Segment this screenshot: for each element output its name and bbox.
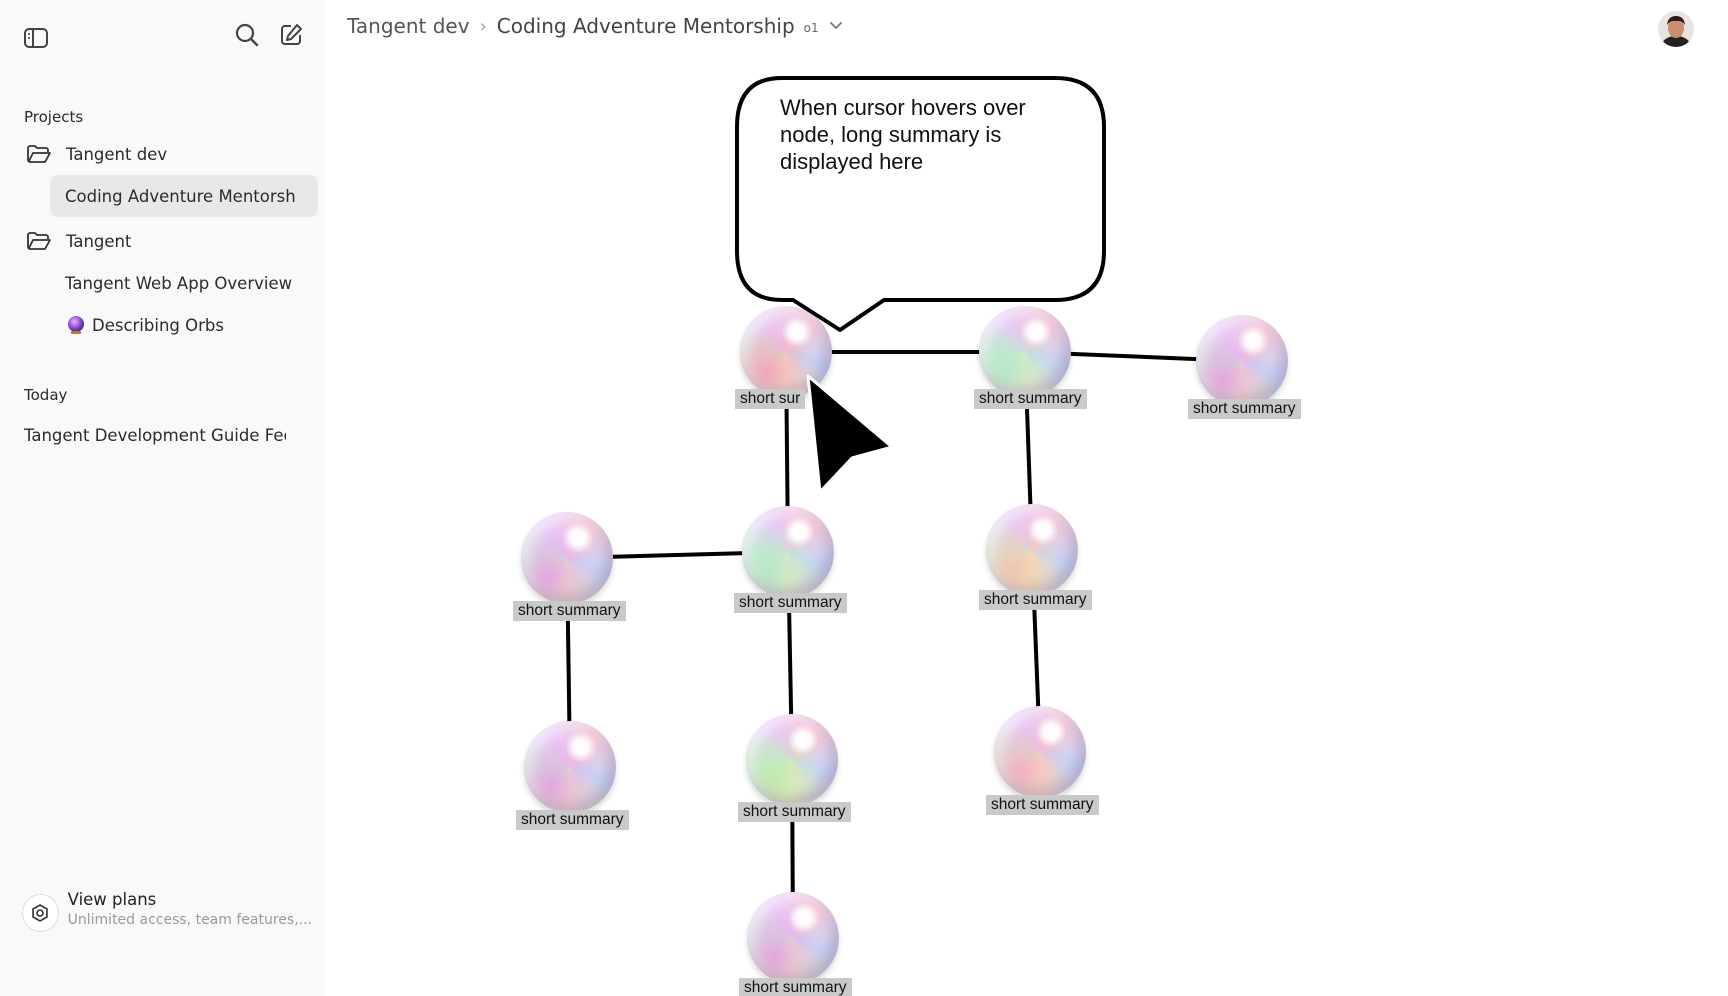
orb-node-label[interactable]: short summary: [734, 593, 847, 613]
chevron-right-icon: ›: [479, 15, 487, 37]
today-heading: Today: [24, 386, 68, 404]
breadcrumb: Tangent dev › Coding Adventure Mentorshi…: [347, 14, 843, 38]
orb-node[interactable]: [1196, 315, 1288, 407]
orb-node-label[interactable]: short summary: [974, 389, 1087, 409]
orb-node-label[interactable]: short summary: [513, 601, 626, 621]
breadcrumb-chat-title[interactable]: Coding Adventure Mentorship: [497, 14, 795, 38]
project-label: Tangent dev: [66, 144, 168, 164]
avatar[interactable]: [1658, 11, 1694, 47]
orb-icon: [66, 315, 86, 335]
compose-icon[interactable]: [275, 19, 307, 51]
orb-node-label[interactable]: short summary: [516, 810, 629, 830]
orb-node[interactable]: [742, 506, 834, 598]
chat-item-tangent-web-app[interactable]: Tangent Web App Overview: [65, 270, 292, 296]
orb-node[interactable]: [746, 714, 838, 806]
orb-node[interactable]: [747, 892, 839, 984]
plans-subtitle: Unlimited access, team features,...: [67, 912, 312, 928]
orb-node[interactable]: [979, 306, 1071, 398]
folder-open-icon: [26, 231, 52, 251]
orb-node-label[interactable]: short summary: [986, 795, 1099, 815]
orb-node[interactable]: [994, 706, 1086, 798]
view-plans-button[interactable]: View plans Unlimited access, team featur…: [22, 890, 312, 944]
model-badge: o1: [803, 21, 819, 35]
chat-label: Tangent Web App Overview: [65, 273, 293, 293]
orb-node-label[interactable]: short sur: [735, 389, 806, 409]
graph-canvas[interactable]: short sur short summary short summary short…: [325, 60, 1728, 996]
projects-heading: Projects: [24, 108, 84, 126]
orb-node[interactable]: [740, 306, 832, 398]
project-tangent-dev[interactable]: Tangent dev: [26, 141, 167, 167]
orb-node[interactable]: [521, 512, 613, 604]
plans-title: View plans: [67, 890, 157, 909]
search-icon[interactable]: [231, 19, 263, 51]
chat-item-coding-adventure[interactable]: Coding Adventure Mentorsh: [50, 175, 318, 217]
chat-label: Coding Adventure Mentorsh: [65, 186, 296, 206]
sidebar: Projects Tangent dev Coding Adventure Me…: [0, 0, 325, 996]
orb-node[interactable]: [524, 721, 616, 813]
project-tangent[interactable]: Tangent: [26, 228, 131, 254]
orb-node-label[interactable]: short summary: [979, 590, 1092, 610]
long-summary-text: When cursor hovers over node, long summa…: [780, 95, 1026, 174]
chat-label: Describing Orbs: [92, 315, 224, 335]
chat-label: Tangent Development Guide Fee: [24, 425, 286, 445]
breadcrumb-project[interactable]: Tangent dev: [347, 14, 470, 38]
project-label: Tangent: [66, 231, 132, 251]
orb-node-label[interactable]: short summary: [738, 802, 851, 822]
folder-open-icon: [26, 144, 52, 164]
orb-node[interactable]: [986, 504, 1078, 596]
chat-item-describing-orbs[interactable]: Describing Orbs: [66, 312, 224, 338]
plans-icon: [22, 894, 59, 932]
orb-node-label[interactable]: short summary: [1188, 399, 1301, 419]
sidebar-toggle-icon[interactable]: [20, 22, 52, 54]
chevron-down-icon[interactable]: [829, 21, 843, 31]
orb-node-label[interactable]: short summary: [739, 978, 852, 996]
chat-item-tangent-development-guide[interactable]: Tangent Development Guide Fee: [24, 422, 286, 448]
